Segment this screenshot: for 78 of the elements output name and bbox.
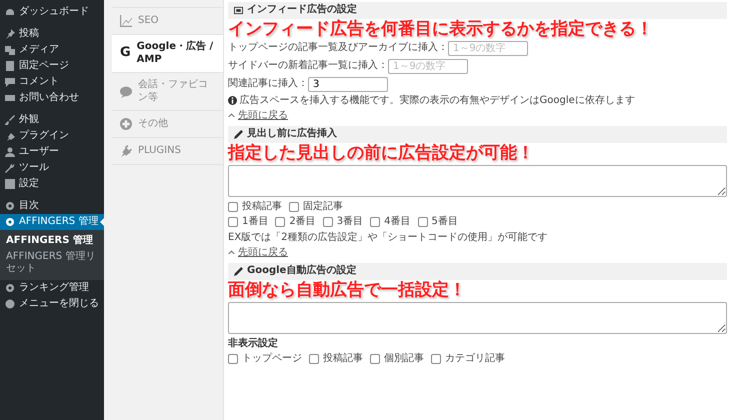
chevron-up-icon (228, 249, 235, 256)
chart-icon (120, 15, 132, 27)
checkbox[interactable] (228, 354, 238, 364)
subheading: 非表示設定 (228, 338, 279, 350)
plug-icon (5, 131, 15, 141)
sidebar-item[interactable]: お問い合わせ (0, 90, 104, 106)
field-label: サイドバーの新着記事一覧に挿入： (228, 60, 388, 72)
checkbox-label: 2番目 (289, 216, 316, 228)
number-field[interactable]: 1～9の数字 (448, 40, 528, 56)
back-to-top-link[interactable]: 先頭に戻る (238, 246, 288, 259)
section-title: Google自動広告の設定 (247, 265, 356, 278)
gauge-icon (5, 7, 15, 17)
media-icon (5, 45, 15, 55)
submenu-item[interactable]: AFFINGERS 管理リセット (0, 249, 104, 277)
wrench-icon (5, 163, 15, 173)
checkbox[interactable] (370, 217, 380, 228)
field-label: 関連記事に挿入： (228, 78, 308, 90)
checkbox-label: 1番目 (242, 216, 268, 228)
sidebar-item[interactable]: 目次 (0, 198, 104, 214)
sidebar-item[interactable]: ツール (0, 160, 104, 176)
submenu-item[interactable]: AFFINGERS 管理 (0, 233, 104, 249)
page-icon (5, 61, 15, 71)
google-g-icon: G (120, 45, 131, 62)
checkbox-label: 5番目 (432, 216, 458, 228)
text-area[interactable] (228, 164, 727, 196)
sidebar-item[interactable]: 外観 (0, 112, 104, 128)
ad-icon (234, 6, 243, 15)
speech-bubble-icon (5, 77, 15, 87)
user-icon (5, 147, 15, 157)
checkbox-label: カテゴリ記事 (445, 353, 505, 366)
sidebar-item[interactable]: コメント (0, 74, 104, 90)
annotation-text: 面倒なら自動広告で一括設定！ (228, 280, 467, 300)
info-text: 広告スペースを挿入する機能です。実際の表示の有無やデザインはGoogleに依存します (240, 94, 635, 107)
plug-icon (120, 145, 132, 157)
pin-icon (5, 29, 15, 39)
sidebar-item[interactable]: 投稿 (0, 26, 104, 42)
chevron-up-icon (228, 112, 235, 120)
checkbox[interactable] (228, 202, 238, 212)
text-area[interactable] (228, 302, 727, 334)
checkbox-label: 4番目 (384, 216, 410, 228)
checkbox[interactable] (289, 202, 299, 212)
section-title: 見出し前に広告挿入 (247, 128, 337, 140)
checkbox-label: 投稿記事 (323, 353, 363, 366)
checkbox[interactable] (431, 354, 441, 364)
sidebar-item[interactable]: 設定 (0, 176, 104, 192)
checkbox-label: 個別記事 (384, 353, 424, 366)
sidebar-item[interactable]: 固定ページ (0, 58, 104, 74)
checkbox[interactable] (322, 217, 333, 228)
checkbox-label: 固定記事 (303, 200, 343, 213)
annotation-text: インフィード広告を何番目に表示するかを指定できる！ (228, 18, 654, 40)
checkbox-label: 3番目 (336, 216, 364, 228)
sidebar-item[interactable]: メニューを閉じる (0, 296, 104, 312)
checkbox-label: 投稿記事 (242, 200, 282, 213)
checkbox[interactable] (275, 217, 286, 228)
number-field[interactable]: 3 (308, 76, 388, 92)
speech-bubble-icon (120, 86, 132, 98)
checkbox-label: トップページ (242, 353, 302, 366)
note-text: EX版では「2種類の広告設定」や「ショートコードの使用」が可能です (228, 232, 549, 244)
field-label: トップページの記事一覧及びアーカイブに挿入： (228, 42, 448, 54)
checkbox[interactable] (309, 354, 319, 364)
plus-circle-icon (120, 118, 132, 130)
checkbox[interactable] (228, 217, 238, 228)
brush-icon (5, 115, 15, 125)
pen-icon (234, 266, 243, 276)
checkbox[interactable] (418, 217, 428, 228)
number-field[interactable]: 1～9の数字 (388, 58, 468, 74)
sidebar-item[interactable]: メディア (0, 42, 104, 58)
checkbox[interactable] (370, 354, 380, 364)
pen-icon (234, 130, 243, 139)
annotation-text: 指定した見出しの前に広告設定が可能！ (228, 142, 535, 164)
info-icon (228, 96, 237, 106)
sidebar-item[interactable]: ユーザー (0, 144, 104, 160)
sidebar-item[interactable]: ダッシュボード (0, 4, 104, 20)
back-to-top-link[interactable]: 先頭に戻る (238, 110, 288, 122)
section-title: インフィード広告の設定 (247, 4, 357, 16)
sidebar-item[interactable]: AFFINGERS 管理 (0, 214, 104, 230)
sidebar-item[interactable]: プラグイン (0, 128, 104, 144)
sidebar-item[interactable]: ランキング管理 (0, 280, 104, 296)
